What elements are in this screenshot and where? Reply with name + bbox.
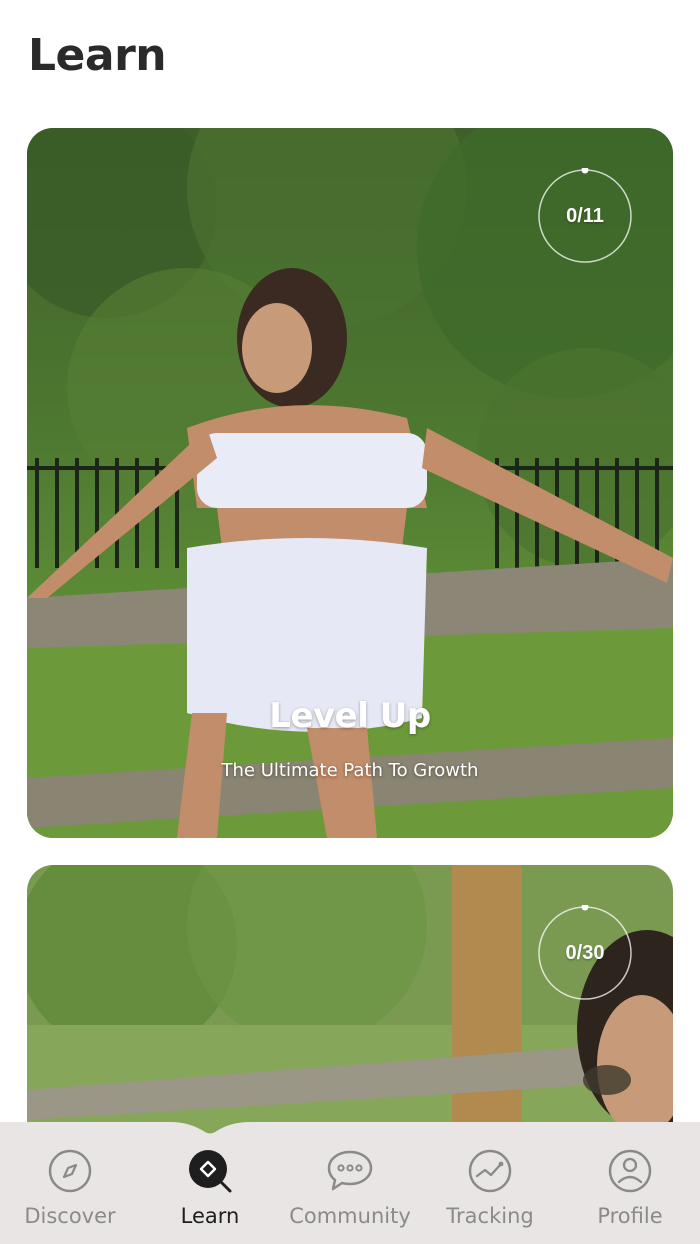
tab-profile[interactable]: Profile [560, 1122, 700, 1244]
tab-label: Tracking [446, 1204, 534, 1228]
chat-bubble-icon [327, 1150, 373, 1191]
tab-label: Profile [597, 1204, 663, 1228]
tab-tracking[interactable]: Tracking [420, 1122, 560, 1244]
tab-discover[interactable]: Discover [0, 1122, 140, 1244]
tab-label: Discover [24, 1204, 116, 1228]
course-subtitle: The Ultimate Path To Growth [221, 760, 479, 781]
learn-search-icon [189, 1150, 232, 1193]
page-title: Learn [28, 30, 167, 81]
course-title: Level Up [269, 696, 431, 736]
course-card-level-up[interactable]: 0/11 Level Up The Ultimate Path To Growt… [27, 128, 673, 838]
progress-count: 0/11 [566, 204, 604, 227]
tab-community[interactable]: Community [280, 1122, 420, 1244]
progress-ring: 0/11 [537, 168, 633, 264]
compass-icon [48, 1149, 92, 1193]
progress-ring: 0/30 [537, 905, 633, 1001]
tab-learn[interactable]: Learn [140, 1122, 280, 1244]
bottom-tab-bar: Discover Learn Community Tracking Profil… [0, 1122, 700, 1244]
progress-count: 0/30 [565, 941, 605, 964]
tracking-chart-icon [468, 1149, 512, 1193]
profile-icon [608, 1149, 652, 1193]
tab-label: Community [289, 1204, 411, 1228]
tab-label: Learn [180, 1204, 240, 1228]
